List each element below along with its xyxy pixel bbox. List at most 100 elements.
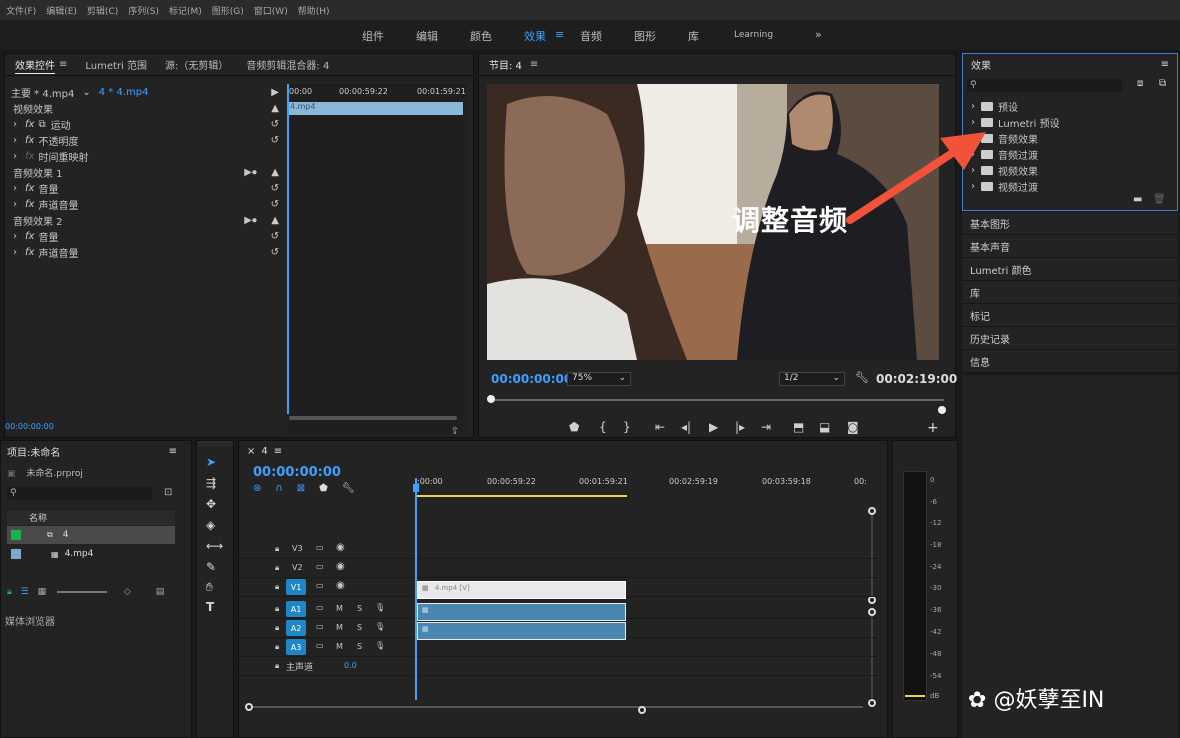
master-volume-value[interactable]: 0.0: [344, 661, 357, 670]
audio-play-icon[interactable]: ▶⦁: [244, 167, 257, 178]
panel-menu-icon[interactable]: ≡: [59, 59, 67, 70]
effect-opacity[interactable]: › fx 不透明度 ↺: [5, 132, 287, 148]
close-icon[interactable]: ×: [247, 446, 255, 457]
tab-source[interactable]: 源:（无剪辑）: [165, 57, 228, 72]
vertical-zoom-handle[interactable]: [868, 507, 876, 515]
razor-tool-icon[interactable]: ◈: [206, 518, 215, 532]
add-button-icon[interactable]: +: [927, 420, 939, 436]
timeline-playhead[interactable]: [415, 478, 417, 700]
project-item-clip[interactable]: ▦ 4.mp4: [7, 545, 175, 563]
menu-window[interactable]: 窗口(W): [254, 4, 288, 17]
reset-icon[interactable]: ↺: [271, 247, 279, 258]
extract-icon[interactable]: ⬓: [819, 420, 830, 434]
reset-icon[interactable]: ↺: [271, 231, 279, 242]
fx-badge[interactable]: fx: [25, 183, 34, 194]
chevron-down-icon[interactable]: ⌄: [82, 87, 90, 98]
sequence-tab-label[interactable]: 4: [261, 446, 267, 457]
timeline-timecode[interactable]: 00:00:00:00: [253, 465, 341, 480]
selection-tool-icon[interactable]: ➤: [206, 455, 216, 469]
effects-title[interactable]: 效果: [971, 57, 991, 72]
track-v3[interactable]: 🔒︎ V3 ▭ ◉: [238, 540, 878, 559]
workspace-libraries[interactable]: 库: [688, 28, 699, 44]
work-area-bar[interactable]: [417, 495, 627, 497]
playhead-handle[interactable]: [413, 484, 419, 492]
effect-volume-2[interactable]: › fx 音量 ↺: [5, 228, 287, 244]
program-timecode[interactable]: 00:00:00:00: [491, 372, 572, 386]
wrench-icon[interactable]: 🔧︎: [855, 371, 869, 384]
track-master[interactable]: 🔒︎ 主声道 0.0: [238, 657, 878, 676]
chevron-right-icon[interactable]: ›: [13, 119, 17, 130]
panel-essential-graphics[interactable]: 基本图形: [962, 212, 1178, 235]
chevron-right-icon[interactable]: ›: [13, 231, 17, 242]
go-to-out-icon[interactable]: ⇥: [761, 420, 771, 434]
step-forward-icon[interactable]: |▸: [735, 420, 745, 434]
microphone-icon[interactable]: 🎙︎: [375, 622, 385, 631]
reset-icon[interactable]: ↺: [271, 135, 279, 146]
workspace-menu-icon[interactable]: ≡: [555, 28, 564, 41]
workspace-learning[interactable]: Learning: [734, 30, 773, 40]
tab-audio-clip-mixer[interactable]: 音频剪辑混合器: 4: [246, 57, 329, 72]
workspace-assembly[interactable]: 组件: [362, 28, 384, 44]
lock-icon[interactable]: 🔒︎: [275, 661, 279, 671]
workspace-graphics[interactable]: 图形: [634, 28, 656, 44]
chevron-right-icon[interactable]: ›: [13, 183, 17, 194]
menu-sequence[interactable]: 序列(S): [128, 4, 159, 17]
menu-clip[interactable]: 剪辑(C): [87, 4, 118, 17]
chevron-right-icon[interactable]: ›: [13, 247, 17, 258]
horizontal-zoom-end[interactable]: [638, 706, 646, 714]
collapse-up-icon[interactable]: ▲: [271, 215, 279, 226]
lock-icon[interactable]: 🔒︎: [275, 604, 279, 614]
play-icon[interactable]: ▶: [709, 420, 718, 434]
zoom-scrollbar[interactable]: [289, 416, 457, 420]
eye-icon[interactable]: ◉: [336, 580, 345, 591]
lift-icon[interactable]: ⬒: [793, 420, 804, 434]
play-clip-icon[interactable]: ▶: [271, 87, 279, 98]
mute-button[interactable]: M: [336, 642, 343, 651]
project-item-sequence[interactable]: ⧉ 4: [7, 526, 175, 544]
fx-badge[interactable]: fx: [25, 119, 34, 130]
panel-lumetri-color[interactable]: Lumetri 颜色: [962, 258, 1178, 281]
workspace-overflow[interactable]: »: [815, 28, 822, 41]
clip-bar[interactable]: 4.mp4: [287, 102, 463, 115]
lock-icon[interactable]: 🔒︎: [275, 582, 279, 592]
vertical-zoom-handle[interactable]: [868, 699, 876, 707]
lock-icon[interactable]: 🔒︎: [7, 587, 12, 597]
mark-out-icon[interactable]: }: [623, 420, 631, 434]
chevron-right-icon[interactable]: ›: [13, 151, 17, 162]
fx-badge[interactable]: fx: [25, 199, 34, 210]
effects-item-lumetri-presets[interactable]: › Lumetri 预设: [971, 114, 1171, 130]
eye-icon[interactable]: ◉: [336, 542, 345, 553]
mark-in-icon[interactable]: {: [599, 420, 607, 434]
resolution-select[interactable]: 1/2 ⌄: [779, 372, 845, 386]
panel-menu-icon[interactable]: ≡: [169, 446, 177, 457]
sync-lock-icon[interactable]: ▭: [316, 543, 324, 552]
camera-icon[interactable]: ◙: [847, 420, 859, 434]
reset-icon[interactable]: ↺: [271, 183, 279, 194]
effects-item-audio-effects[interactable]: ›音频效果: [971, 130, 1171, 146]
panel-libraries[interactable]: 库: [962, 281, 1178, 304]
source-label[interactable]: 主要 * 4.mp4: [11, 85, 74, 100]
timeline-ruler[interactable]: :00:00 00:00:59:22 00:01:59:21 00:02:59:…: [417, 477, 869, 503]
eye-icon[interactable]: ◉: [336, 561, 345, 572]
effect-motion[interactable]: › fx ⧉ 运动 ↺: [5, 116, 287, 132]
playhead[interactable]: [287, 84, 289, 414]
slip-tool-icon[interactable]: ⟷: [206, 539, 223, 553]
lock-icon[interactable]: 🔒︎: [275, 563, 279, 573]
sync-lock-icon[interactable]: ▭: [316, 562, 324, 571]
panel-info[interactable]: 信息: [962, 350, 1178, 373]
solo-button[interactable]: S: [357, 623, 362, 632]
lock-icon[interactable]: 🔒︎: [275, 544, 279, 554]
panel-essential-sound[interactable]: 基本声音: [962, 235, 1178, 258]
new-bin-icon[interactable]: ▬: [1133, 194, 1142, 205]
track-target-a2[interactable]: A2: [286, 620, 306, 636]
effect-volume-1[interactable]: › fx 音量 ↺: [5, 180, 287, 196]
lock-icon[interactable]: 🔒︎: [275, 623, 279, 633]
step-back-icon[interactable]: ◂|: [681, 420, 691, 434]
horizontal-zoom-start[interactable]: [245, 703, 253, 711]
menu-file[interactable]: 文件(F): [6, 4, 36, 17]
menu-graphics[interactable]: 图形(G): [212, 4, 244, 17]
panel-markers[interactable]: 标记: [962, 304, 1178, 327]
trash-icon[interactable]: 🗑︎: [1153, 194, 1166, 205]
microphone-icon[interactable]: 🎙︎: [375, 641, 385, 650]
clip-label[interactable]: 4 * 4.mp4: [99, 87, 149, 98]
